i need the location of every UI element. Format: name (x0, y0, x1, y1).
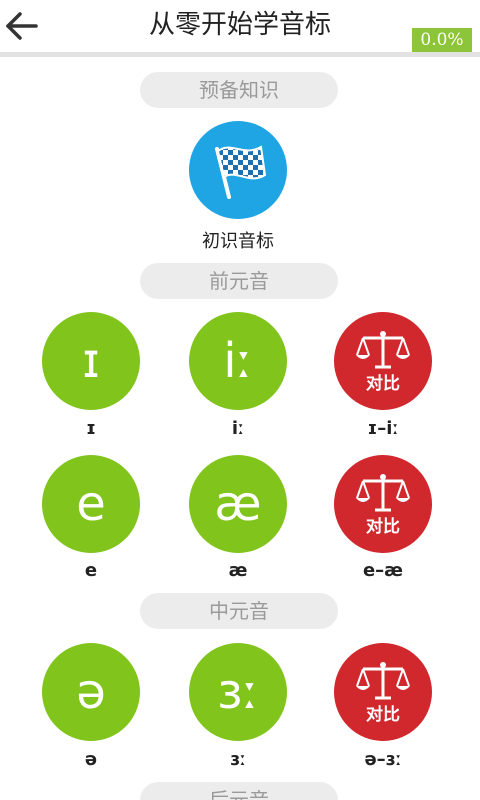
vowel-symbol: iː (223, 333, 253, 389)
section-header-front-vowels: 前元音 (140, 263, 338, 299)
vowel-symbol: e (76, 476, 106, 532)
section-header-back-vowels: 后元音 (140, 782, 338, 800)
section-header-central-vowels: 中元音 (140, 593, 338, 629)
compare-caption: e–æ (362, 560, 404, 581)
vowel-symbol: ə (76, 664, 106, 720)
compare-button-i[interactable]: 对比 (334, 312, 432, 410)
balance-scale-icon (356, 473, 410, 511)
compare-caption: ə–ɜː (364, 749, 402, 770)
vowel-button-e[interactable]: e (42, 455, 140, 553)
vowel-button-short-i[interactable]: ɪ (42, 312, 140, 410)
vowel-symbol: ɪ (82, 333, 100, 389)
vowel-button-ae[interactable]: æ (189, 455, 287, 553)
vowel-caption: ɪ (86, 418, 96, 439)
intro-button[interactable] (189, 121, 287, 219)
compare-label: 对比 (366, 704, 400, 725)
compare-button-schwa[interactable]: 对比 (334, 643, 432, 741)
vowel-caption: ɜː (230, 749, 246, 770)
compare-label: 对比 (366, 373, 400, 394)
balance-scale-icon (356, 661, 410, 699)
intro-label: 初识音标 (202, 231, 274, 252)
compare-label: 对比 (366, 516, 400, 537)
section-header-preparation: 预备知识 (140, 72, 338, 108)
vowel-symbol: ɜː (217, 664, 259, 720)
vowel-button-long-er[interactable]: ɜː (189, 643, 287, 741)
compare-button-e[interactable]: 对比 (334, 455, 432, 553)
vowel-button-schwa[interactable]: ə (42, 643, 140, 741)
page-title: 从零开始学音标 (148, 10, 331, 40)
progress-badge: 0.0% (412, 28, 472, 52)
app-header: 从零开始学音标 0.0% (0, 0, 480, 57)
vowel-caption: æ (228, 560, 248, 581)
checkered-flag-icon (215, 145, 267, 199)
balance-scale-icon (356, 330, 410, 368)
compare-caption: ɪ–iː (367, 418, 399, 439)
vowel-symbol: æ (214, 476, 262, 532)
vowel-caption: ə (84, 749, 98, 770)
vowel-caption: e (84, 560, 98, 581)
vowel-caption: iː (231, 418, 245, 439)
section-title: 后元音 (209, 788, 269, 800)
vowel-button-long-i[interactable]: iː (189, 312, 287, 410)
